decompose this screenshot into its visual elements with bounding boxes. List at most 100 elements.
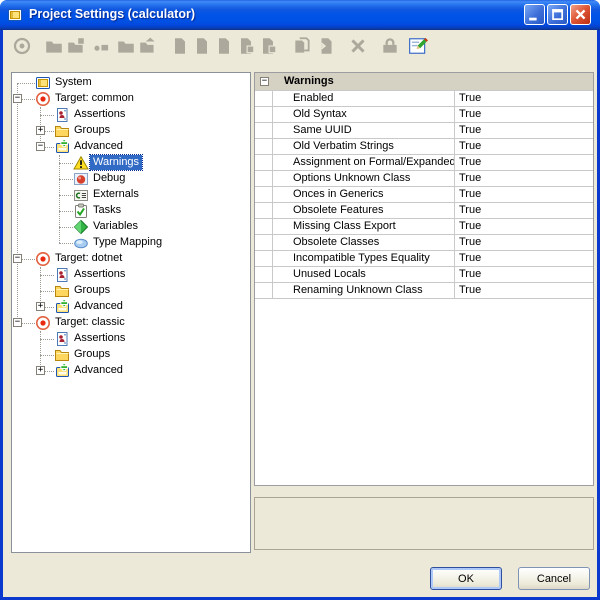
new-document-3-toolbar-button[interactable]: [213, 36, 235, 58]
record-toolbar-button[interactable]: [11, 36, 33, 58]
move-folder-toolbar-button[interactable]: [137, 36, 159, 58]
property-value[interactable]: True: [455, 235, 593, 250]
property-name[interactable]: Old Syntax: [273, 107, 455, 122]
tree-item-label[interactable]: Variables: [90, 219, 141, 234]
tree-item-tasks[interactable]: Tasks: [12, 203, 250, 219]
tree-item-advanced[interactable]: − Advanced: [12, 139, 250, 155]
edit-toolbar-button[interactable]: [407, 36, 429, 58]
tree-item-label[interactable]: Tasks: [90, 203, 124, 218]
tree-item-target-dotnet[interactable]: − Target: dotnet: [12, 251, 250, 267]
tree-item-label[interactable]: Target: classic: [52, 315, 128, 330]
maximize-button[interactable]: [547, 4, 568, 25]
cancel-button[interactable]: Cancel: [518, 567, 590, 590]
tree-expander-plus[interactable]: +: [36, 126, 45, 135]
property-name[interactable]: Unused Locals: [273, 267, 455, 282]
tree-item-assertions[interactable]: Assertions: [12, 331, 250, 347]
tree-item-externals[interactable]: Externals: [12, 187, 250, 203]
close-button[interactable]: [570, 4, 591, 25]
tree-item-advanced[interactable]: + Advanced: [12, 299, 250, 315]
property-value[interactable]: True: [455, 267, 593, 282]
tree-item-target-classic[interactable]: − Target: classic: [12, 315, 250, 331]
new-document-2-toolbar-button[interactable]: [191, 36, 213, 58]
tree-item-warnings[interactable]: Warnings: [12, 155, 250, 171]
collapse-section-expander[interactable]: −: [260, 77, 269, 86]
tree-item-type-mapping[interactable]: Type Mapping: [12, 235, 250, 251]
lock-toolbar-button[interactable]: [379, 36, 401, 58]
property-value[interactable]: True: [455, 171, 593, 186]
tree-item-system[interactable]: System: [12, 75, 250, 91]
property-value[interactable]: True: [455, 251, 593, 266]
new-document-4-toolbar-button[interactable]: [235, 36, 257, 58]
tree-item-label[interactable]: Groups: [71, 283, 113, 298]
tree-item-label[interactable]: Advanced: [71, 139, 126, 154]
tree-item-label[interactable]: System: [52, 75, 95, 90]
tree-item-advanced[interactable]: + Advanced: [12, 363, 250, 379]
tree-expander-plus[interactable]: +: [36, 302, 45, 311]
property-name[interactable]: Obsolete Features: [273, 203, 455, 218]
tree-expander-minus[interactable]: −: [13, 318, 22, 327]
tree-item-label[interactable]: Target: common: [52, 91, 137, 106]
property-name[interactable]: Enabled: [273, 91, 455, 106]
tree-item-label[interactable]: Target: dotnet: [52, 251, 125, 266]
property-row: Options Unknown ClassTrue: [255, 171, 593, 187]
tree-expander-minus[interactable]: −: [13, 254, 22, 263]
tree-item-groups[interactable]: Groups: [12, 283, 250, 299]
tree-item-debug[interactable]: Debug: [12, 171, 250, 187]
tree-item-groups[interactable]: + Groups: [12, 123, 250, 139]
tree-item-label[interactable]: Advanced: [71, 299, 126, 314]
tree-item-groups[interactable]: Groups: [12, 347, 250, 363]
property-value[interactable]: True: [455, 187, 593, 202]
tree-expander-plus[interactable]: +: [36, 366, 45, 375]
property-name[interactable]: Same UUID: [273, 123, 455, 138]
new-document-1-toolbar-button[interactable]: [169, 36, 191, 58]
property-grid[interactable]: − Warnings EnabledTrueOld SyntaxTrueSame…: [254, 72, 594, 486]
tree-item-target-common[interactable]: − Target: common: [12, 91, 250, 107]
tree-item-label[interactable]: Advanced: [71, 363, 126, 378]
titlebar[interactable]: Project Settings (calculator): [0, 0, 600, 30]
tree-expander-minus[interactable]: −: [36, 142, 45, 151]
tree-item-label[interactable]: Assertions: [71, 331, 128, 346]
tree-item-assertions[interactable]: Assertions: [12, 267, 250, 283]
property-value[interactable]: True: [455, 91, 593, 106]
settings-tree[interactable]: System−Target: commonAssertions+Groups−A…: [11, 72, 251, 553]
assertions-icon: [54, 107, 70, 123]
property-value[interactable]: True: [455, 203, 593, 218]
duplicate-icon: [292, 44, 312, 59]
duplicate-toolbar-button[interactable]: [291, 36, 313, 58]
tree-item-label[interactable]: Assertions: [71, 107, 128, 122]
import-toolbar-button[interactable]: [315, 36, 337, 58]
new-document-5-toolbar-button[interactable]: [257, 36, 279, 58]
delete-toolbar-button[interactable]: [347, 36, 369, 58]
property-name[interactable]: Missing Class Export: [273, 219, 455, 234]
property-name[interactable]: Onces in Generics: [273, 187, 455, 202]
tree-item-label[interactable]: Groups: [71, 347, 113, 362]
tree-item-label[interactable]: Groups: [71, 123, 113, 138]
property-name[interactable]: Obsolete Classes: [273, 235, 455, 250]
tree-item-label[interactable]: Debug: [90, 171, 128, 186]
library-folder-toolbar-button[interactable]: [115, 36, 137, 58]
property-value[interactable]: True: [455, 123, 593, 138]
property-value[interactable]: True: [455, 155, 593, 170]
tree-item-label[interactable]: Assertions: [71, 267, 128, 282]
property-row-gutter: [255, 267, 273, 282]
property-value[interactable]: True: [455, 283, 593, 298]
minimize-button[interactable]: [524, 4, 545, 25]
tree-item-variables[interactable]: Variables: [12, 219, 250, 235]
add-folder-toolbar-button[interactable]: [65, 36, 87, 58]
property-name[interactable]: Options Unknown Class: [273, 171, 455, 186]
ok-button[interactable]: OK: [430, 567, 502, 590]
property-name[interactable]: Old Verbatim Strings: [273, 139, 455, 154]
open-folder-toolbar-button[interactable]: [43, 36, 65, 58]
property-name[interactable]: Renaming Unknown Class: [273, 283, 455, 298]
tree-item-assertions[interactable]: Assertions: [12, 107, 250, 123]
property-value[interactable]: True: [455, 139, 593, 154]
property-name[interactable]: Incompatible Types Equality: [273, 251, 455, 266]
property-value[interactable]: True: [455, 219, 593, 234]
property-value[interactable]: True: [455, 107, 593, 122]
property-name[interactable]: Assignment on Formal/Expanded: [273, 155, 455, 170]
rename-toolbar-button[interactable]: [91, 36, 113, 58]
tree-item-label[interactable]: Externals: [90, 187, 142, 202]
tree-item-label[interactable]: Warnings: [90, 155, 142, 170]
tree-expander-minus[interactable]: −: [13, 94, 22, 103]
tree-item-label[interactable]: Type Mapping: [90, 235, 165, 250]
